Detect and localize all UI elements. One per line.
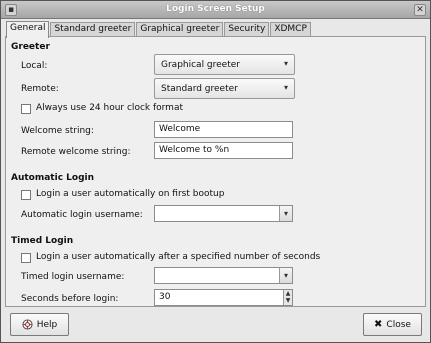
clock-24h-label: Always use 24 hour clock format <box>36 103 183 113</box>
local-greeter-value: Graphical greeter <box>161 60 240 70</box>
close-button-label: Close <box>386 319 411 330</box>
remote-greeter-value: Standard greeter <box>161 84 238 94</box>
welcome-string-label: Welcome string: <box>21 126 94 136</box>
triangle-down-icon: ▾ <box>283 83 288 92</box>
automatic-login-username-combo[interactable]: ▾ <box>154 205 293 222</box>
timed-login-checkbox[interactable] <box>21 253 31 263</box>
spinner-arrows-icon[interactable]: ▲ ▼ <box>283 290 292 305</box>
clock-24h-checkbox[interactable] <box>21 104 31 114</box>
titlebar[interactable]: ▪ Login Screen Setup ✕ <box>1 1 430 19</box>
automatic-login-heading: Automatic Login <box>11 173 95 183</box>
tab-graphical-greeter[interactable]: Graphical greeter <box>136 22 224 37</box>
general-tab-panel: Greeter Local: Graphical greeter ▾ Remot… <box>5 36 426 307</box>
remote-welcome-string-input[interactable]: Welcome to %n <box>154 142 293 159</box>
tab-standard-greeter[interactable]: Standard greeter <box>50 22 136 37</box>
chevron-down-icon[interactable]: ▾ <box>279 206 292 221</box>
welcome-string-input[interactable]: Welcome <box>154 121 293 138</box>
automatic-login-check-label: Login a user automatically on first boot… <box>36 189 225 199</box>
close-button[interactable]: ✖ Close <box>363 313 422 336</box>
remote-welcome-string-value: Welcome to %n <box>159 145 230 155</box>
timed-login-username-combo[interactable]: ▾ <box>154 267 293 284</box>
window-title: Login Screen Setup <box>166 4 265 14</box>
local-greeter-dropdown[interactable]: Graphical greeter ▾ <box>154 54 295 75</box>
tab-security[interactable]: Security <box>224 22 270 37</box>
help-button-label: Help <box>36 319 58 330</box>
timed-login-username-label: Timed login username: <box>21 272 125 282</box>
remote-greeter-dropdown[interactable]: Standard greeter ▾ <box>154 78 295 99</box>
login-screen-setup-window: ▪ Login Screen Setup ✕ General Standard … <box>0 0 431 343</box>
seconds-before-login-value: 30 <box>159 292 171 302</box>
chevron-down-icon[interactable]: ▾ <box>279 268 292 283</box>
lifebuoy-icon <box>22 319 33 330</box>
timed-login-check-label: Login a user automatically after a speci… <box>36 252 321 262</box>
remote-label: Remote: <box>21 84 59 94</box>
tab-bar: General Standard greeter Graphical greet… <box>6 21 312 38</box>
remote-welcome-string-label: Remote welcome string: <box>21 147 131 157</box>
help-button[interactable]: Help <box>10 313 69 336</box>
x-close-icon: ✖ <box>374 319 383 330</box>
window-close-icon[interactable]: ✕ <box>414 4 426 16</box>
triangle-down-icon: ▾ <box>283 59 288 68</box>
tab-xdmcp[interactable]: XDMCP <box>270 22 311 37</box>
local-label: Local: <box>21 61 48 71</box>
greeter-heading: Greeter <box>11 42 50 52</box>
automatic-login-checkbox[interactable] <box>21 190 31 200</box>
automatic-login-username-label: Automatic login username: <box>21 210 143 220</box>
seconds-before-login-label: Seconds before login: <box>21 294 119 304</box>
welcome-string-value: Welcome <box>159 124 201 134</box>
seconds-before-login-spinner[interactable]: 30 ▲ ▼ <box>154 289 293 306</box>
timed-login-heading: Timed Login <box>11 236 74 246</box>
tab-general[interactable]: General <box>6 21 50 38</box>
